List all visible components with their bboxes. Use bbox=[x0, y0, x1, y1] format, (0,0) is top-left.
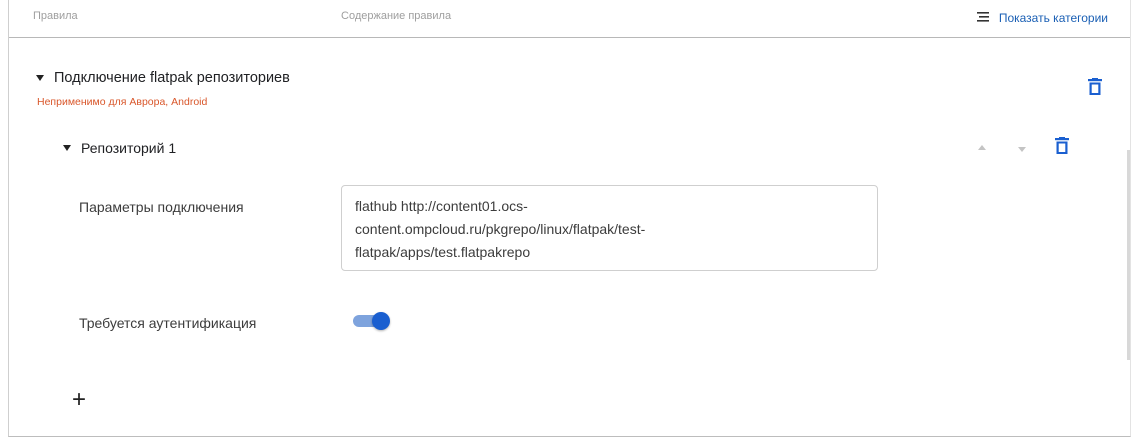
toggle-thumb bbox=[372, 312, 390, 330]
caret-down-icon bbox=[36, 75, 44, 81]
add-repository-button[interactable]: + bbox=[69, 388, 89, 412]
rules-panel: Правила Содержание правила Показать кате… bbox=[8, 0, 1131, 437]
trash-icon bbox=[1055, 137, 1069, 159]
connection-params-field[interactable]: flathub http://content01.ocs- content.om… bbox=[341, 185, 878, 271]
section-toggle[interactable]: Подключение flatpak репозиториев bbox=[36, 70, 290, 86]
caret-down-icon bbox=[63, 145, 71, 151]
vertical-scrollbar[interactable] bbox=[1127, 150, 1130, 360]
connection-params-label: Параметры подключения bbox=[79, 199, 244, 215]
rules-column-header: Правила bbox=[33, 10, 78, 22]
menu-lines-icon bbox=[976, 9, 991, 27]
show-categories-button[interactable]: Показать категории bbox=[976, 9, 1108, 27]
auth-required-label: Требуется аутентификация bbox=[79, 315, 257, 331]
move-down-icon[interactable] bbox=[1018, 147, 1026, 152]
section-title: Подключение flatpak репозиториев bbox=[54, 70, 290, 86]
auth-required-toggle[interactable] bbox=[353, 311, 391, 331]
move-up-icon[interactable] bbox=[978, 145, 986, 150]
show-categories-label: Показать категории bbox=[998, 11, 1108, 25]
table-header: Правила Содержание правила Показать кате… bbox=[9, 0, 1130, 38]
trash-icon bbox=[1088, 78, 1102, 100]
content-column-header: Содержание правила bbox=[341, 10, 452, 22]
repository-toggle[interactable]: Репозиторий 1 bbox=[63, 140, 176, 156]
delete-section-button[interactable] bbox=[1088, 78, 1102, 101]
delete-repository-button[interactable] bbox=[1055, 137, 1069, 160]
platform-warning: Неприменимо для Аврора, Android bbox=[37, 96, 208, 108]
repository-title: Репозиторий 1 bbox=[81, 140, 177, 156]
